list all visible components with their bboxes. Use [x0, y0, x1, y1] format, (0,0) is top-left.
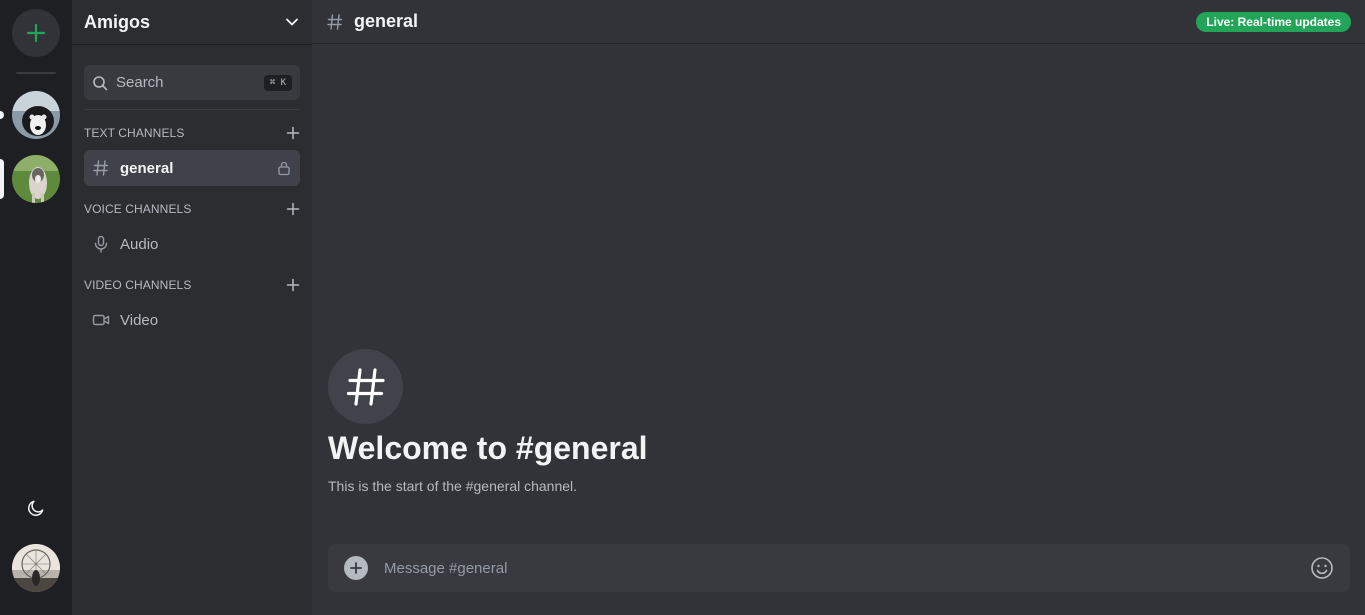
channel-title: general — [354, 11, 419, 31]
microphone-icon — [94, 235, 108, 253]
channel-topbar: general Live: Real-time updates — [312, 0, 1365, 44]
add-server-button[interactable] — [12, 9, 60, 57]
hash-icon — [346, 367, 385, 406]
live-status-badge: Live: Real-time updates — [1196, 11, 1351, 32]
hash-icon — [327, 13, 343, 30]
emoji-icon[interactable] — [1310, 556, 1334, 580]
chat-main: general Live: Real-time updates Welcome … — [312, 0, 1365, 615]
category-label: TEXT CHANNELS — [84, 126, 185, 140]
channel-video[interactable]: Video — [84, 302, 300, 338]
add-video-channel-icon[interactable] — [286, 278, 300, 292]
plus-icon — [26, 23, 46, 43]
channel-label: Audio — [120, 235, 159, 253]
category-text-channels: TEXT CHANNELS — [84, 125, 300, 141]
server-unread-indicator — [0, 111, 4, 119]
message-composer — [328, 544, 1350, 592]
server-selected-indicator — [0, 159, 4, 199]
server-header[interactable]: Amigos — [72, 0, 312, 44]
chevron-down-icon — [286, 18, 298, 26]
sidebar-divider — [84, 109, 300, 110]
server-avatar-husky[interactable] — [12, 155, 60, 203]
channel-audio[interactable]: Audio — [84, 226, 300, 262]
welcome-hash-badge — [328, 349, 403, 424]
search-icon — [93, 75, 108, 90]
channel-label: general — [120, 159, 174, 177]
plus-icon — [350, 562, 362, 574]
moon-icon — [28, 500, 44, 516]
add-voice-channel-icon[interactable] — [286, 202, 300, 216]
server-rail — [0, 0, 72, 615]
category-label: VOICE CHANNELS — [84, 202, 192, 216]
welcome-subtitle: This is the start of the #general channe… — [328, 478, 578, 494]
video-camera-icon — [92, 314, 110, 326]
channel-general[interactable]: general — [84, 150, 300, 186]
message-input[interactable] — [384, 559, 1310, 577]
app-window: Amigos Search ⌘ K TEXT CHANNELS general … — [0, 0, 1365, 615]
keyboard-shortcut-hint: ⌘ K — [263, 74, 292, 91]
theme-toggle-button[interactable] — [24, 496, 48, 520]
rail-divider — [16, 72, 56, 74]
channel-label: Video — [120, 311, 159, 329]
add-text-channel-icon[interactable] — [286, 126, 300, 140]
channel-sidebar: Amigos Search ⌘ K TEXT CHANNELS general … — [72, 0, 312, 615]
server-name: Amigos — [84, 11, 151, 32]
category-label: VIDEO CHANNELS — [84, 278, 192, 292]
category-video-channels: VIDEO CHANNELS — [84, 277, 300, 293]
category-voice-channels: VOICE CHANNELS — [84, 201, 300, 217]
welcome-title: Welcome to #general — [328, 430, 648, 466]
search-label: Search — [116, 74, 164, 91]
hash-icon — [93, 160, 109, 176]
lock-icon — [278, 161, 290, 176]
attach-button[interactable] — [344, 556, 368, 580]
user-avatar[interactable] — [12, 544, 60, 592]
server-avatar-dog[interactable] — [12, 91, 60, 139]
search-button[interactable]: Search ⌘ K — [84, 65, 300, 100]
